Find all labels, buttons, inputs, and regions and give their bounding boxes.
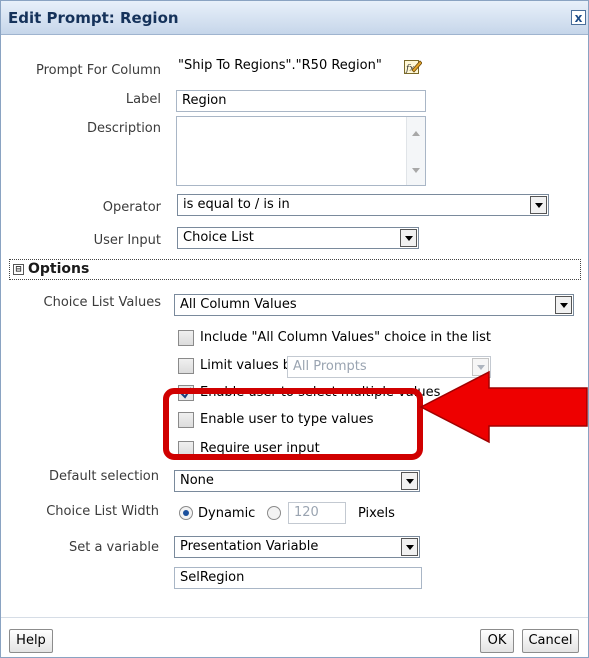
cancel-button[interactable]: Cancel xyxy=(522,629,579,653)
label-input[interactable]: Region xyxy=(176,90,426,112)
prompt-for-column-label: Prompt For Column xyxy=(36,63,161,78)
description-label: Description xyxy=(86,121,161,136)
dynamic-radio[interactable] xyxy=(179,506,193,520)
prompt-for-column-value: "Ship To Regions"."R50 Region" xyxy=(178,58,382,73)
include-all-label: Include "All Column Values" choice in th… xyxy=(200,330,491,345)
limit-values-select-value: All Prompts xyxy=(293,359,367,374)
description-scrollbar[interactable] xyxy=(406,117,425,185)
limit-values-label: Limit values by xyxy=(200,358,299,373)
choice-list-values-select-value: All Column Values xyxy=(180,297,297,312)
collapse-icon[interactable]: ⊟ xyxy=(13,264,24,275)
label-field-label: Label xyxy=(125,92,161,107)
close-button[interactable]: x xyxy=(571,10,586,25)
close-icon: x xyxy=(574,11,583,25)
choice-list-values-label: Choice List Values xyxy=(43,295,162,310)
chevron-down-icon[interactable] xyxy=(555,296,572,314)
include-all-checkbox[interactable] xyxy=(178,330,194,346)
default-selection-select[interactable]: None xyxy=(174,470,420,492)
description-textarea[interactable] xyxy=(176,116,426,186)
pixels-radio[interactable] xyxy=(267,506,281,520)
dialog-titlebar[interactable]: Edit Prompt: Region x xyxy=(1,1,588,35)
limit-values-checkbox[interactable] xyxy=(178,358,194,374)
red-arrow-annotation xyxy=(419,370,588,444)
dynamic-radio-label: Dynamic xyxy=(198,506,256,521)
ok-button[interactable]: OK xyxy=(480,629,514,653)
choice-list-values-select[interactable]: All Column Values xyxy=(174,294,574,316)
highlight-box-annotation xyxy=(163,388,423,460)
chevron-down-icon[interactable] xyxy=(401,538,418,556)
chevron-down-icon[interactable] xyxy=(530,196,547,214)
edit-formula-icon[interactable]: fx xyxy=(404,58,422,74)
variable-name-input[interactable]: SelRegion xyxy=(174,567,422,589)
set-variable-label: Set a variable xyxy=(68,540,159,555)
user-input-select[interactable]: Choice List xyxy=(177,227,419,249)
chevron-down-icon[interactable] xyxy=(400,229,417,247)
scroll-up-icon[interactable] xyxy=(412,131,420,136)
default-selection-select-value: None xyxy=(180,473,214,488)
chevron-down-icon[interactable] xyxy=(401,472,418,490)
pixels-width-input[interactable]: 120 xyxy=(288,502,346,524)
scroll-down-icon[interactable] xyxy=(412,168,420,173)
pixels-label: Pixels xyxy=(358,506,395,521)
user-input-label: User Input xyxy=(93,233,161,248)
set-variable-select-value: Presentation Variable xyxy=(180,539,319,554)
user-input-select-value: Choice List xyxy=(183,230,254,245)
edit-prompt-dialog: Edit Prompt: Region x Prompt For Column … xyxy=(0,0,589,658)
options-title: Options xyxy=(28,261,90,277)
choice-list-width-label: Choice List Width xyxy=(46,504,159,519)
help-button[interactable]: Help xyxy=(9,629,53,653)
set-variable-select[interactable]: Presentation Variable xyxy=(174,536,420,558)
dialog-title: Edit Prompt: Region xyxy=(8,9,179,27)
operator-select-value: is equal to / is in xyxy=(183,197,290,212)
footer-divider xyxy=(1,617,588,618)
operator-label: Operator xyxy=(102,200,161,215)
options-section-header[interactable]: ⊟ Options xyxy=(9,259,581,280)
default-selection-label: Default selection xyxy=(48,469,159,484)
operator-select[interactable]: is equal to / is in xyxy=(177,194,549,216)
